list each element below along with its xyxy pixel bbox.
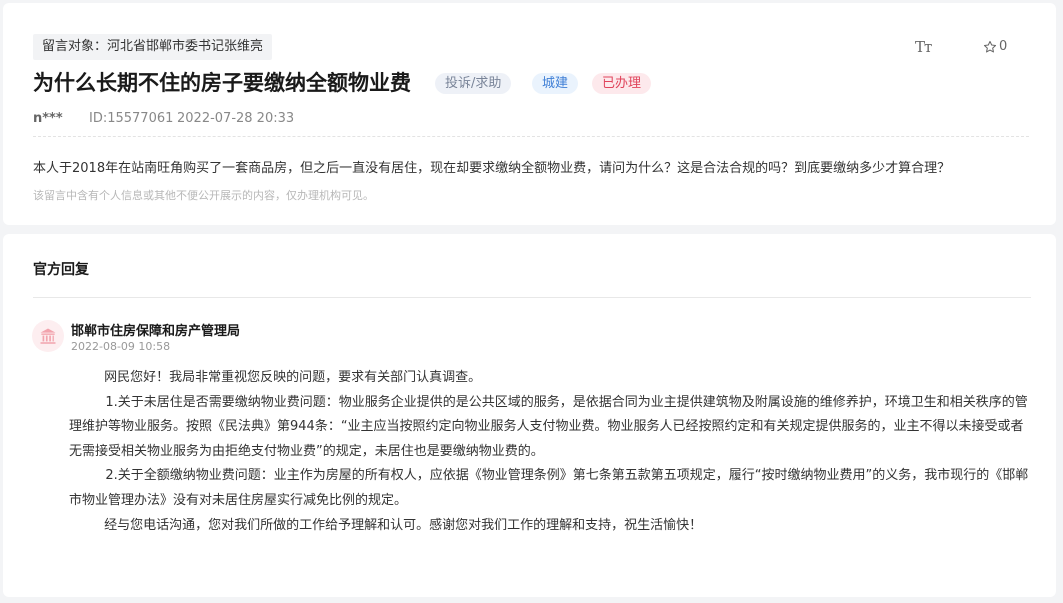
page-title: 为什么长期不住的房子要缴纳全额物业费 xyxy=(33,71,411,95)
author-name: n*** xyxy=(33,111,63,126)
reply-card: 官方回复 邯郸市住房保障和房产管理局 2022-08-09 10:58 网民您好… xyxy=(3,234,1056,597)
category-tag: 投诉/求助 xyxy=(435,73,512,94)
reply-paragraph: 经与您电话沟通，您对我们所做的工作给予理解和认可。感谢您对我们工作的理解和支持，… xyxy=(104,517,703,533)
message-target-label: 留言对象：河北省邯郸市委书记张维亮 xyxy=(33,34,273,60)
message-card: 留言对象：河北省邯郸市委书记张维亮 为什么长期不住的房子要缴纳全额物业费 投诉/… xyxy=(3,3,1056,225)
divider xyxy=(33,136,1029,137)
divider xyxy=(33,297,1031,298)
font-size-icon[interactable]: Tт xyxy=(915,38,932,56)
privacy-note: 该留言中含有个人信息或其他不便公开展示的内容，仅办理机构可见。 xyxy=(33,189,374,202)
reply-paragraph: 1.关于未居住是否需要缴纳物业费问题：物业服务企业提供的是公共区域的服务，是依据… xyxy=(69,394,1028,459)
reply-date: 2022-08-09 10:58 xyxy=(71,340,171,353)
domain-tag: 城建 xyxy=(532,73,579,94)
favorite-count: 0 xyxy=(999,39,1008,54)
star-icon xyxy=(983,40,997,52)
message-meta: n*** ID:15577061 2022-07-28 20:33 xyxy=(33,111,294,126)
reply-org-name: 邯郸市住房保障和房产管理局 xyxy=(71,324,241,339)
government-building-icon xyxy=(40,328,56,344)
reply-paragraph: 网民您好！我局非常重视您反映的问题，要求有关部门认真调查。 xyxy=(104,370,482,385)
reply-heading: 官方回复 xyxy=(33,262,89,278)
reply-paragraph: 2.关于全额缴纳物业费问题：业主作为房屋的所有权人，应依据《物业管理条例》第七条… xyxy=(69,468,1029,508)
favorite-button[interactable]: 0 xyxy=(983,39,1007,54)
message-id: ID:15577061 xyxy=(89,111,174,126)
message-time: 2022-07-28 20:33 xyxy=(177,111,295,126)
status-badge: 已办理 xyxy=(592,73,652,94)
message-content: 本人于2018年在站南旺角购买了一套商品房，但之后一直没有居住，现在却要求缴纳全… xyxy=(33,161,951,176)
avatar xyxy=(32,320,64,352)
reply-body: 网民您好！我局非常重视您反映的问题，要求有关部门认真调查。 1.关于未居住是否需… xyxy=(69,366,1035,538)
